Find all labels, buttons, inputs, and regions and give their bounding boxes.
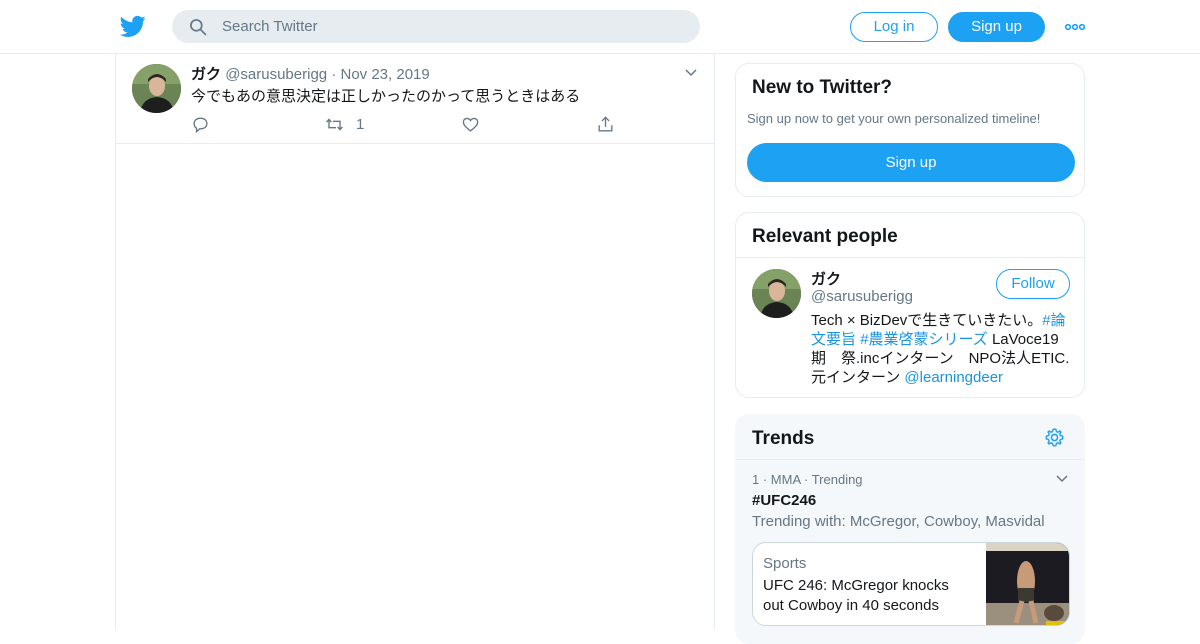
relevant-people-title: Relevant people: [752, 226, 898, 247]
avatar[interactable]: [132, 64, 181, 113]
news-card[interactable]: Sports UFC 246: McGregor knocks out Cowb…: [752, 542, 1070, 626]
trends-card: Trends 1 · MMA · Trending #UFC246 Trendi…: [735, 414, 1085, 644]
person-bio: Tech × BizDevで生きていきたい。#論文要旨 #農業啓蒙シリーズ La…: [811, 311, 1073, 387]
person-handle[interactable]: @sarusuberigg: [811, 288, 913, 305]
divider: [736, 257, 1084, 258]
trend-meta: 1 · MMA · Trending: [752, 472, 863, 487]
chevron-down-icon[interactable]: [684, 66, 698, 80]
tweet[interactable]: ガク @sarusuberigg · Nov 23, 2019 今でもあの意思決…: [116, 54, 715, 144]
trends-title: Trends: [752, 428, 815, 449]
gear-icon[interactable]: [1044, 427, 1065, 448]
news-thumbnail: [986, 543, 1069, 625]
follow-button[interactable]: Follow: [996, 269, 1070, 299]
timeline: ガク @sarusuberigg · Nov 23, 2019 今でもあの意思決…: [115, 54, 715, 630]
retweet-count: 1: [356, 115, 365, 133]
bio-text: Tech × BizDevで生きていきたい。: [811, 312, 1043, 329]
avatar[interactable]: [752, 269, 801, 318]
retweet-icon: [326, 117, 343, 131]
tweet-text: 今でもあの意思決定は正しかったのかって思うときはある: [191, 88, 581, 105]
retweet-button[interactable]: 1: [325, 114, 364, 134]
search-box[interactable]: [172, 10, 700, 43]
person-name[interactable]: ガク: [811, 268, 841, 289]
sidebar-sign-up-button[interactable]: Sign up: [747, 143, 1075, 182]
bio-hashtag-link[interactable]: #農業啓蒙シリーズ: [860, 331, 988, 348]
share-button[interactable]: [596, 114, 615, 134]
trend-related: Trending with: McGregor, Cowboy, Masvida…: [752, 513, 1045, 530]
reply-icon: [193, 116, 208, 133]
news-headline: UFC 246: McGregor knocks out Cowboy in 4…: [763, 577, 949, 614]
sign-up-button[interactable]: Sign up: [948, 12, 1045, 42]
new-to-twitter-subtitle: Sign up now to get your own personalized…: [747, 111, 1041, 126]
tweet-date[interactable]: Nov 23, 2019: [340, 66, 429, 83]
new-to-twitter-title: New to Twitter?: [752, 77, 893, 98]
search-input[interactable]: [222, 10, 682, 43]
log-in-button[interactable]: Log in: [850, 12, 938, 42]
new-to-twitter-card: New to Twitter? Sign up now to get your …: [735, 63, 1085, 197]
separator-dot: ·: [331, 66, 337, 83]
divider: [736, 459, 1084, 460]
tweet-actions: 1: [191, 114, 631, 134]
trend-name[interactable]: #UFC246: [752, 492, 816, 509]
relevant-people-card: Relevant people ガク @sarusuberigg Follow …: [735, 212, 1085, 398]
top-navigation-bar: Log in Sign up: [0, 0, 1200, 54]
bio-mention-link[interactable]: @learningdeer: [904, 369, 1003, 386]
twitter-bird-icon[interactable]: [120, 13, 146, 39]
like-button[interactable]: [461, 114, 480, 134]
share-icon: [598, 115, 613, 132]
tweet-author-name[interactable]: ガク: [191, 66, 221, 83]
tweet-header: ガク @sarusuberigg · Nov 23, 2019: [191, 63, 430, 84]
like-icon: [462, 117, 479, 132]
chevron-down-icon[interactable]: [1055, 472, 1069, 486]
search-icon: [190, 19, 207, 36]
tweet-author-handle[interactable]: @sarusuberigg: [225, 66, 327, 83]
more-icon[interactable]: [1064, 16, 1086, 38]
reply-button[interactable]: [191, 114, 210, 134]
news-category: Sports: [763, 555, 807, 572]
